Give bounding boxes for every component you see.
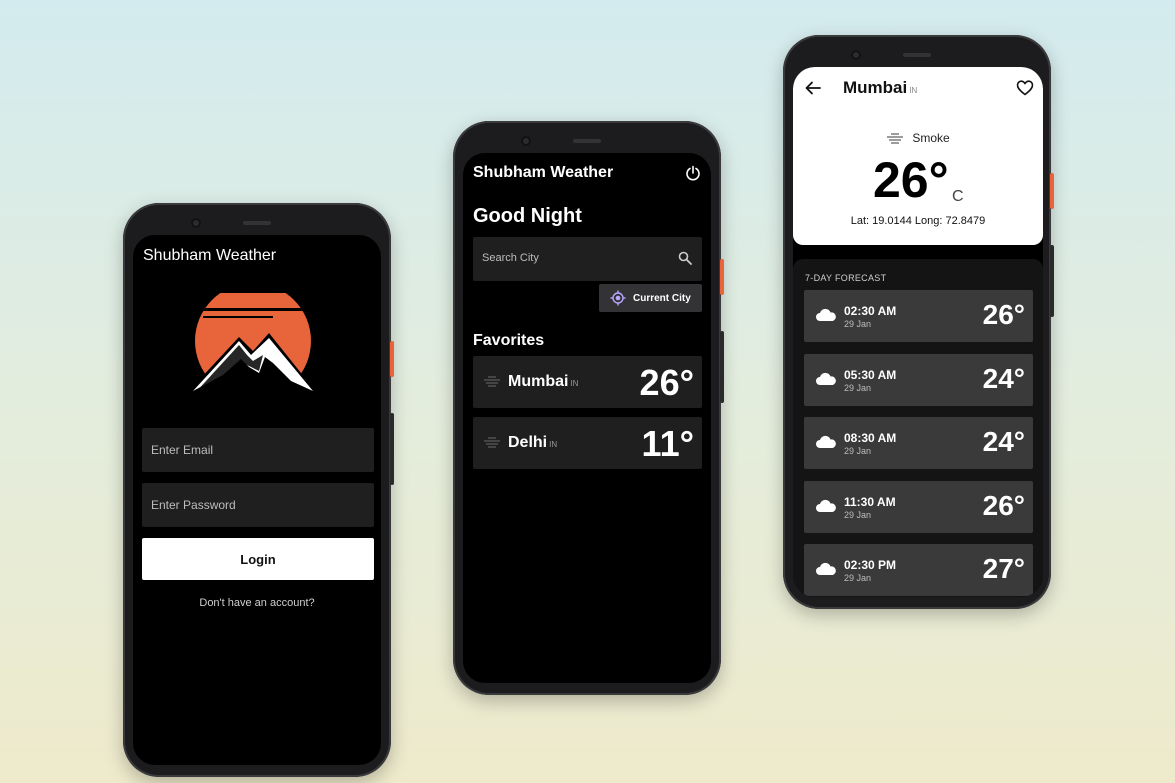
- forecast-date: 29 Jan: [844, 446, 872, 456]
- forecast-row: 11:30 AM 29 Jan 26°: [804, 481, 1033, 533]
- forecast-row: 02:30 PM 29 Jan 27°: [804, 544, 1033, 596]
- forecast-date: 29 Jan: [844, 319, 872, 329]
- search-input[interactable]: Search City: [473, 237, 702, 281]
- favorite-city-temp: 26°: [639, 362, 694, 403]
- front-camera: [851, 50, 861, 60]
- current-city-label: Current City: [633, 293, 691, 304]
- search-placeholder: Search City: [482, 252, 539, 264]
- email-field[interactable]: [142, 428, 374, 472]
- condition-text: Smoke: [912, 131, 950, 145]
- forecast-date: 29 Jan: [844, 573, 872, 583]
- volume-side-button: [720, 331, 724, 403]
- favorite-city-name: Mumbai IN: [508, 373, 579, 390]
- greeting-text: Good Night: [473, 205, 582, 227]
- volume-side-button: [1050, 245, 1054, 317]
- favorites-title: Favorites: [473, 332, 545, 349]
- condition-row: Smoke: [793, 131, 1043, 145]
- cloud-icon: [816, 435, 836, 448]
- volume-side-button: [390, 413, 394, 485]
- favorite-city-card[interactable]: Delhi IN 11°: [473, 417, 702, 469]
- forecast-row: 05:30 AM 29 Jan 24°: [804, 354, 1033, 406]
- forecast-date: 29 Jan: [844, 383, 872, 393]
- coordinates-text: Lat: 19.0144 Long: 72.8479: [850, 215, 986, 227]
- earpiece-speaker: [243, 221, 271, 225]
- forecast-time: 08:30 AM: [844, 431, 897, 445]
- country-code: IN: [549, 440, 558, 449]
- forecast-row: 08:30 AM 29 Jan 24°: [804, 417, 1033, 469]
- detail-screen: Mumbai IN Smoke 26° C Lat: 19.0144 Long: …: [793, 67, 1043, 597]
- forecast-temp: 27°: [982, 553, 1025, 584]
- forecast-time: 05:30 AM: [844, 368, 897, 382]
- login-button[interactable]: Login: [142, 538, 374, 580]
- forecast-temp: 26°: [982, 490, 1025, 521]
- country-code: IN: [909, 86, 918, 95]
- sun-mountain-logo: [193, 293, 313, 393]
- search-icon[interactable]: [678, 251, 692, 265]
- favorite-city-card[interactable]: Mumbai IN 26°: [473, 356, 702, 408]
- cloud-icon: [816, 308, 836, 321]
- country-code: IN: [570, 379, 579, 388]
- heart-icon[interactable]: [1016, 79, 1034, 97]
- front-camera: [521, 136, 531, 146]
- power-side-button: [720, 259, 724, 295]
- forecast-panel[interactable]: 7-DAY FORECAST 02:30 AM 29 Jan 26° 05:30…: [793, 259, 1043, 597]
- favorite-city-temp: 11°: [641, 423, 694, 464]
- city-title: Mumbai IN: [843, 78, 918, 97]
- forecast-time: 11:30 AM: [844, 495, 896, 509]
- cloud-icon: [816, 562, 836, 575]
- cloud-icon: [816, 499, 836, 512]
- favorite-city-name: Delhi IN: [508, 434, 558, 451]
- power-side-button: [390, 341, 394, 377]
- forecast-temp: 24°: [982, 363, 1025, 394]
- back-arrow-icon[interactable]: [804, 79, 822, 97]
- forecast-row: 02:30 AM 29 Jan 26°: [804, 290, 1033, 342]
- forecast-time: 02:30 AM: [844, 304, 897, 318]
- smoke-icon: [484, 437, 500, 448]
- login-phone: Shubham Weather Login Don't have an acco…: [123, 203, 394, 777]
- current-city-button[interactable]: Current City: [599, 284, 702, 312]
- current-weather-card: Mumbai IN Smoke 26° C Lat: 19.0144 Long: …: [793, 67, 1043, 245]
- power-side-button: [1050, 173, 1054, 209]
- forecast-temp: 26°: [982, 299, 1025, 330]
- earpiece-speaker: [903, 53, 931, 57]
- forecast-title: 7-DAY FORECAST: [805, 273, 887, 283]
- password-field[interactable]: [142, 483, 374, 527]
- smoke-icon: [887, 133, 904, 144]
- forecast-time: 02:30 PM: [844, 558, 897, 572]
- front-camera: [191, 218, 201, 228]
- temp-unit: C: [952, 188, 964, 205]
- app-title: Shubham Weather: [473, 164, 614, 181]
- login-screen: Shubham Weather Login Don't have an acco…: [133, 235, 381, 765]
- home-screen: Shubham Weather Good Night Search City C…: [463, 153, 711, 683]
- smoke-icon: [484, 376, 500, 387]
- power-icon[interactable]: [685, 165, 701, 181]
- forecast-temp: 24°: [982, 426, 1025, 457]
- app-title: Shubham Weather: [143, 247, 277, 264]
- earpiece-speaker: [573, 139, 601, 143]
- signup-link[interactable]: Don't have an account?: [133, 597, 381, 609]
- cloud-icon: [816, 372, 836, 385]
- detail-phone: Mumbai IN Smoke 26° C Lat: 19.0144 Long: …: [783, 35, 1054, 609]
- forecast-date: 29 Jan: [844, 510, 872, 520]
- home-phone: Shubham Weather Good Night Search City C…: [453, 121, 724, 695]
- my-location-icon: [610, 290, 626, 306]
- current-temp: 26°: [873, 152, 949, 208]
